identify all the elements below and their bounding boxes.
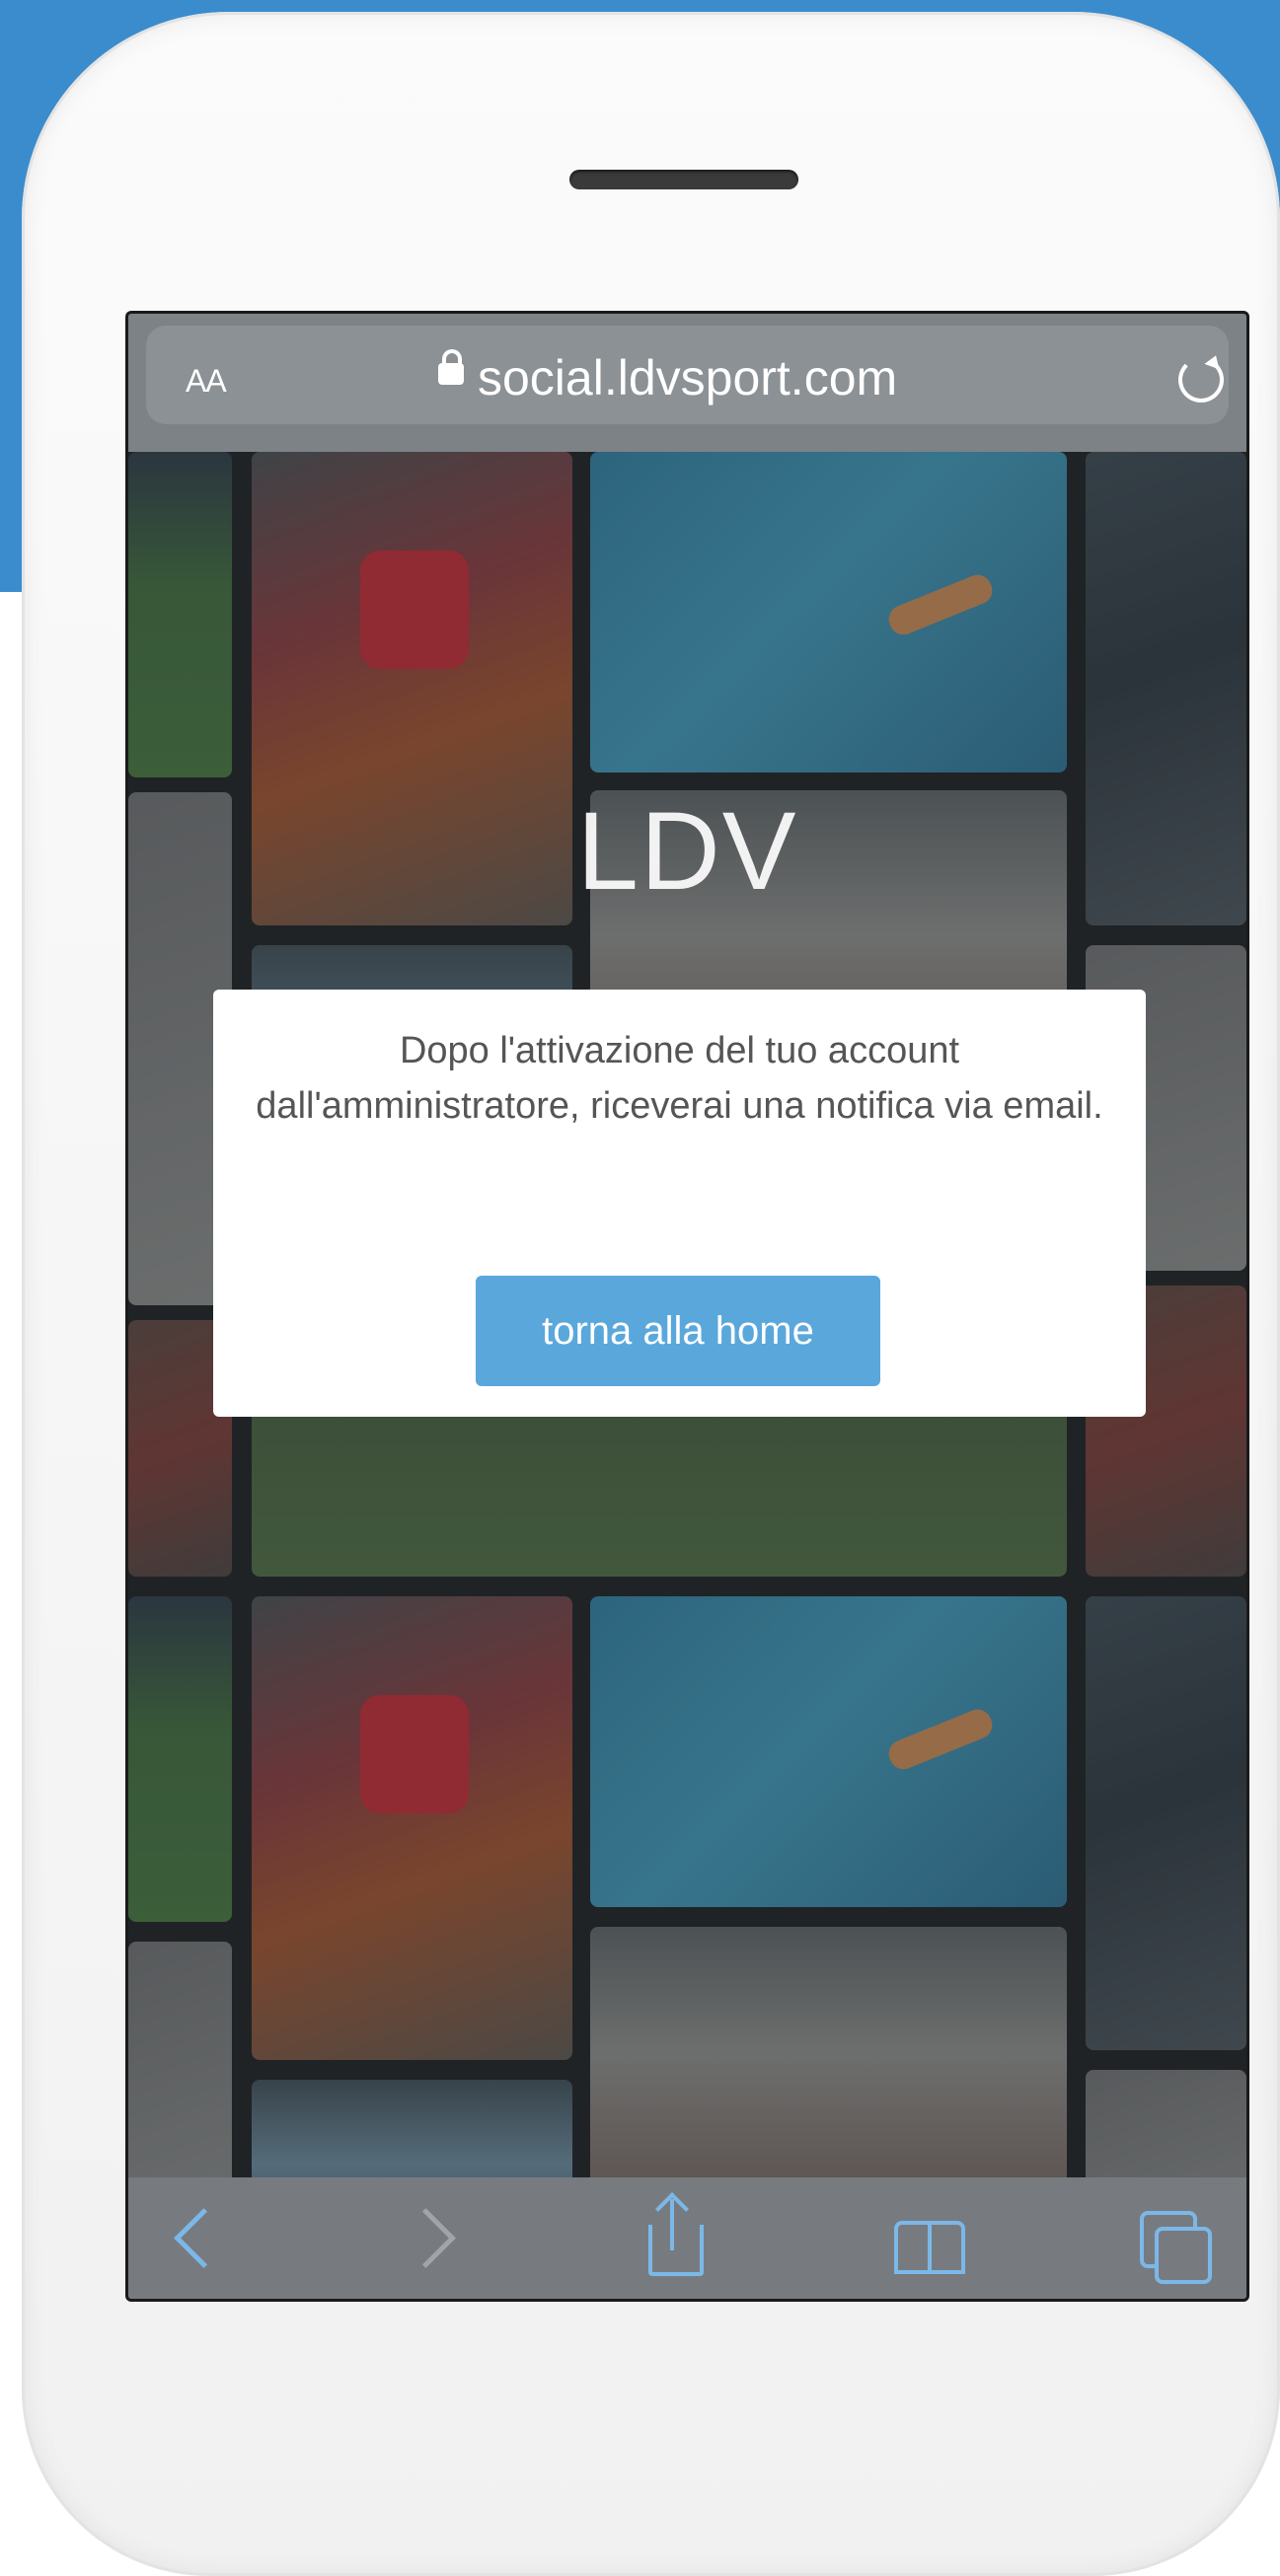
share-icon-box: [648, 2225, 704, 2276]
text-size-label: AA: [186, 363, 227, 399]
reload-icon[interactable]: [1178, 357, 1224, 403]
address-field[interactable]: AA social.ldvsport.com: [146, 326, 1229, 424]
browser-address-bar: AA social.ldvsport.com: [128, 314, 1246, 452]
bookmarks-icon-left: [894, 2221, 928, 2274]
notification-dialog: Dopo l'attivazione del tuo account dall'…: [213, 990, 1146, 1417]
dialog-message: Dopo l'attivazione del tuo account dall'…: [256, 1030, 1103, 1127]
phone-frame: AA social.ldvsport.com LDV Dopo l'attiva…: [22, 12, 1280, 2576]
back-icon[interactable]: [174, 2208, 234, 2268]
bookmarks-icon-right: [928, 2221, 965, 2274]
phone-screen: AA social.ldvsport.com LDV Dopo l'attiva…: [125, 311, 1249, 2302]
browser-toolbar: [128, 2177, 1246, 2299]
tabs-icon-front: [1155, 2227, 1212, 2284]
back-to-home-button[interactable]: torna alla home: [476, 1276, 880, 1386]
url-text[interactable]: social.ldvsport.com: [478, 349, 897, 406]
text-size-button[interactable]: AA: [186, 353, 227, 403]
share-icon-arrow: [670, 2199, 674, 2250]
forward-icon[interactable]: [396, 2208, 456, 2268]
brand-logo: LDV: [576, 789, 798, 913]
lock-icon: [438, 349, 464, 385]
phone-speaker: [569, 170, 798, 189]
